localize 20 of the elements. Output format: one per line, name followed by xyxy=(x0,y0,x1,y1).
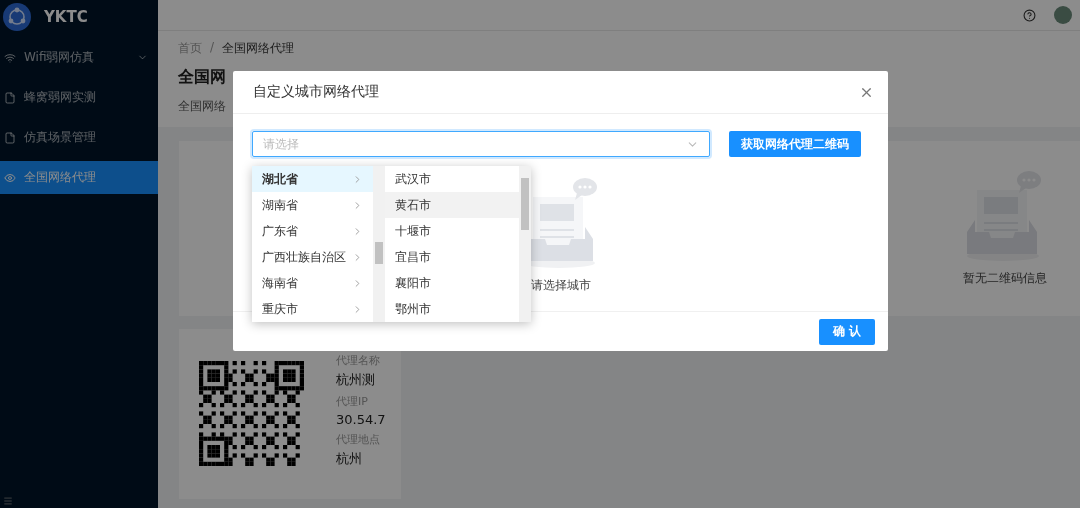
page-title: 全国网 xyxy=(178,67,227,88)
chevron-right-icon xyxy=(352,251,363,263)
empty-text: 暂无二维码信息 xyxy=(963,270,1047,287)
page-description: 全国网络 xyxy=(178,98,227,115)
field-value: 30.54.7 xyxy=(336,412,386,427)
city-option[interactable]: 黄石市 xyxy=(385,192,519,218)
logo-icon xyxy=(2,2,32,32)
avatar[interactable] xyxy=(1054,6,1072,24)
eye-icon xyxy=(4,171,16,184)
scrollbar[interactable] xyxy=(373,166,385,322)
province-option[interactable]: 重庆市 xyxy=(252,296,373,322)
field-value: 杭州测 xyxy=(336,371,376,389)
logo-text: YKTC xyxy=(44,8,88,26)
dialog-title: 自定义城市网络代理 xyxy=(253,83,379,102)
scrollbar[interactable] xyxy=(519,166,531,322)
province-option[interactable]: 湖北省 xyxy=(252,166,373,192)
empty-text: 请选择城市 xyxy=(530,277,591,295)
breadcrumb-separator: / xyxy=(210,40,215,56)
field-value: 杭州 xyxy=(336,450,363,468)
help-icon[interactable] xyxy=(1023,8,1036,22)
